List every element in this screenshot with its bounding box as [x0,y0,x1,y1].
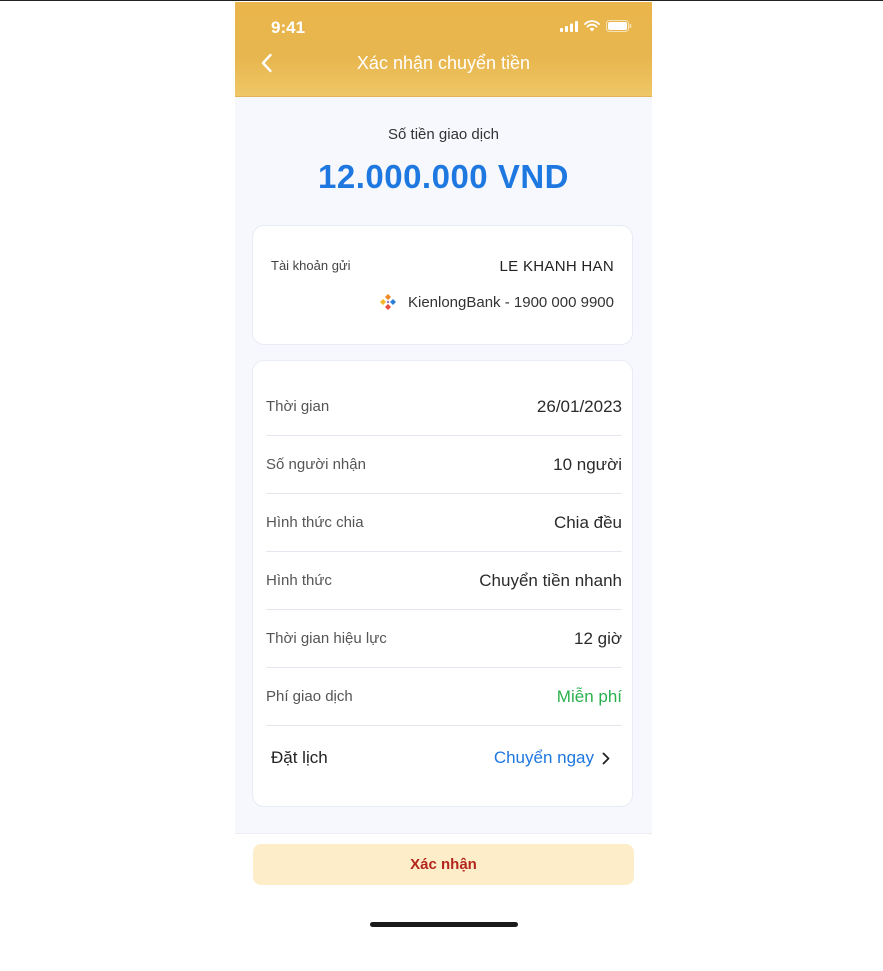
detail-label: Hình thức chia [266,514,364,531]
detail-value: 26/01/2023 [536,397,622,416]
detail-value: 10 người [553,455,622,474]
schedule-value: Chuyển ngay [493,748,594,767]
kienlongbank-logo-icon [379,294,396,310]
amount-value: 12.000.000 VND [317,158,569,195]
detail-value: Chia đều [553,513,622,532]
main-content: Số tiền giao dịch 12.000.000 VND Tài kho… [235,97,652,834]
schedule-row: Đặt lịch Chuyển ngay [266,726,622,790]
sender-label: Tài khoản gửi [271,258,351,273]
home-indicator [370,922,518,927]
sender-name: LE KHANH HAN [499,258,614,275]
footer-divider [235,833,652,834]
wifi-icon [584,20,600,32]
fee-value: Miễn phí [556,687,622,706]
detail-row-split-method: Hình thức chia Chia đều [266,494,622,552]
battery-icon [606,20,632,32]
detail-value: 12 giờ [573,629,622,648]
detail-label: Hình thức [266,572,332,589]
detail-row-fee: Phí giao dịch Miễn phí [266,668,622,726]
details-card: Thời gian 26/01/2023 Số người nhận 10 ng… [252,360,633,807]
schedule-selector[interactable]: Chuyển ngay [494,726,610,790]
confirm-button[interactable]: Xác nhận [253,844,634,885]
status-time: 9:41 [271,18,306,37]
sender-card: Tài khoản gửi LE KHANH HAN KienlongBank … [252,225,633,345]
detail-row-transfer-type: Hình thức Chuyển tiền nhanh [266,552,622,610]
page-title: Xác nhận chuyển tiền [356,53,531,73]
detail-row-validity: Thời gian hiệu lực 12 giờ [266,610,622,668]
amount-label: Số tiền giao dịch [388,126,499,143]
window-top-border [0,0,883,1]
detail-value: Chuyển tiền nhanh [479,571,622,590]
signal-icon [560,20,578,32]
detail-label: Phí giao dịch [266,688,353,705]
detail-label: Số người nhận [266,456,366,473]
status-icons [560,19,632,33]
detail-label: Thời gian [266,398,330,415]
chevron-right-icon [602,752,610,764]
detail-row-time: Thời gian 26/01/2023 [266,378,622,436]
detail-row-recipients: Số người nhận 10 người [266,436,622,494]
app-header: 9:41 Xác nhận chuyển tiền [235,2,652,97]
sender-bank: KienlongBank - 1900 000 9900 [378,292,614,312]
detail-label: Thời gian hiệu lực [266,630,387,647]
sender-bank-text: KienlongBank - 1900 000 9900 [407,293,614,311]
phone-screen: 9:41 Xác nhận chuyển tiền Số tiền giao d… [235,2,652,971]
schedule-label: Đặt lịch [271,748,328,767]
